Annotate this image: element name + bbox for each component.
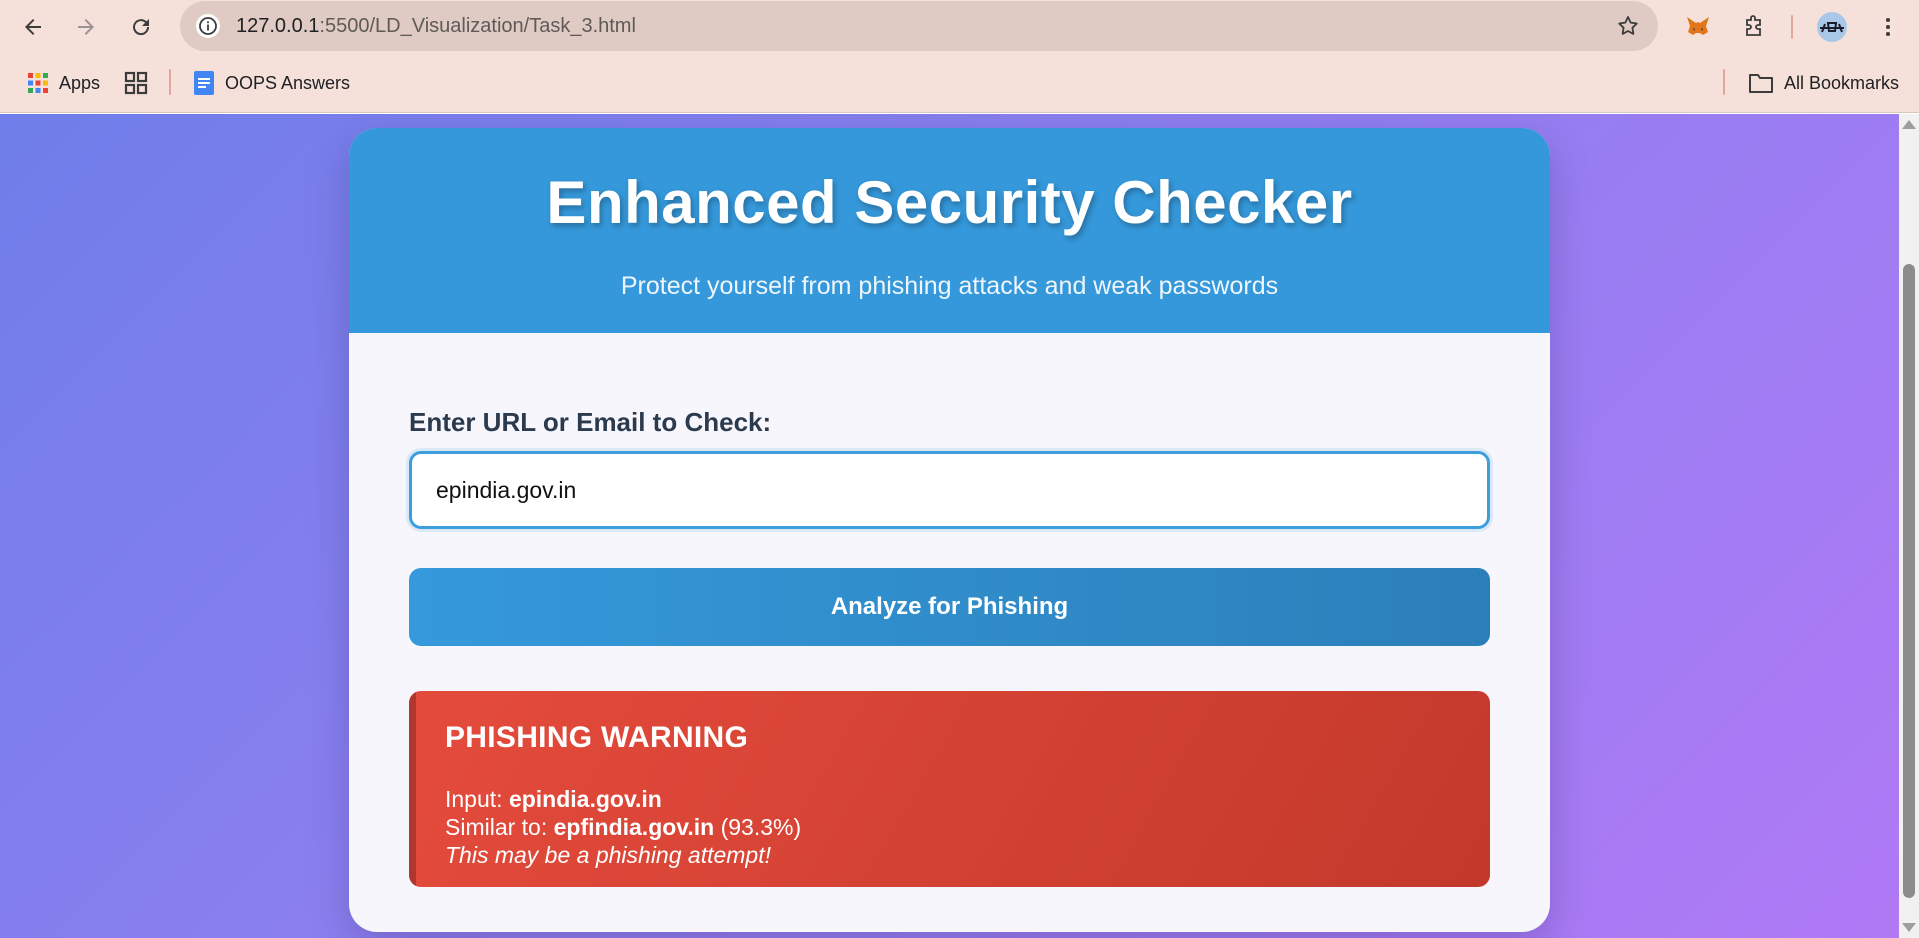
arrow-left-icon <box>25 19 41 35</box>
forward-button[interactable] <box>68 9 104 45</box>
reload-button[interactable] <box>123 9 159 45</box>
input-label: Enter URL or Email to Check: <box>409 407 772 437</box>
warning-accent-bar <box>409 691 416 887</box>
input-prefix: Input: <box>445 786 509 812</box>
bookmark-apps-label: Apps <box>59 72 101 93</box>
analyze-button[interactable]: Analyze for Phishing <box>409 568 1490 646</box>
url-host: 127.0.0.1 <box>236 15 320 37</box>
apps-grid-icon <box>28 73 48 93</box>
bookmarks-divider-right <box>1723 69 1725 95</box>
bookmarks-divider <box>169 69 171 95</box>
profile-avatar[interactable] <box>1816 11 1848 43</box>
card-header: Enhanced Security Checker Protect yourse… <box>349 128 1550 333</box>
bookmark-star-icon[interactable] <box>1616 14 1640 43</box>
menu-kebab-icon[interactable] <box>1872 11 1904 43</box>
scroll-up-arrow-icon[interactable] <box>1902 120 1916 129</box>
metamask-extension-icon[interactable] <box>1682 11 1714 43</box>
arrow-right-icon <box>78 19 94 35</box>
url-email-input[interactable] <box>409 451 1490 529</box>
site-info-icon[interactable] <box>196 14 220 38</box>
address-bar[interactable]: 127.0.0.1:5500/LD_Visualization/Task_3.h… <box>180 1 1658 51</box>
similarity-score: (93.3%) <box>720 814 802 840</box>
bookmark-oops-answers-label: OOPS Answers <box>225 72 351 93</box>
google-docs-icon <box>194 71 214 95</box>
similar-prefix: Similar to: <box>445 814 554 840</box>
scroll-thumb[interactable] <box>1903 264 1915 898</box>
page-viewport: Enhanced Security Checker Protect yourse… <box>0 114 1899 938</box>
warning-similar-line: Similar to: epfindia.gov.in (93.3%) <box>445 814 801 841</box>
similar-value: epfindia.gov.in <box>553 814 715 840</box>
browser-toolbar: 127.0.0.1:5500/LD_Visualization/Task_3.h… <box>0 0 1919 54</box>
bookmarks-bar: Apps OOPS Answers All Bookmarks <box>0 54 1919 113</box>
url-path: :5500/LD_Visualization/Task_3.html <box>319 15 636 37</box>
warning-input-line: Input: epindia.gov.in <box>445 786 662 813</box>
checker-card: Enhanced Security Checker Protect yourse… <box>349 128 1550 932</box>
toolbar-divider <box>1791 15 1793 39</box>
warning-message: This may be a phishing attempt! <box>445 842 771 868</box>
all-bookmarks-label: All Bookmarks <box>1784 72 1900 93</box>
url-text: 127.0.0.1:5500/LD_Visualization/Task_3.h… <box>236 1 636 51</box>
folder-icon <box>1749 74 1773 93</box>
vertical-scrollbar[interactable] <box>1899 114 1919 938</box>
page-title: Enhanced Security Checker <box>546 169 1353 236</box>
grid-icon <box>124 71 148 95</box>
warning-heading: PHISHING WARNING <box>445 721 749 754</box>
all-bookmarks-button[interactable]: All Bookmarks <box>1748 68 1899 98</box>
reload-icon <box>133 19 150 36</box>
phishing-warning-panel: PHISHING WARNING Input: epindia.gov.in S… <box>409 691 1490 887</box>
scroll-down-arrow-icon[interactable] <box>1902 923 1916 932</box>
bookmark-oops-answers[interactable]: OOPS Answers <box>193 68 350 98</box>
page-subtitle: Protect yourself from phishing attacks a… <box>620 272 1279 300</box>
back-button[interactable] <box>15 9 51 45</box>
input-value: epindia.gov.in <box>508 786 662 812</box>
tab-groups-button[interactable] <box>124 68 148 98</box>
bookmark-apps[interactable]: Apps <box>27 68 100 98</box>
extensions-icon[interactable] <box>1738 11 1770 43</box>
